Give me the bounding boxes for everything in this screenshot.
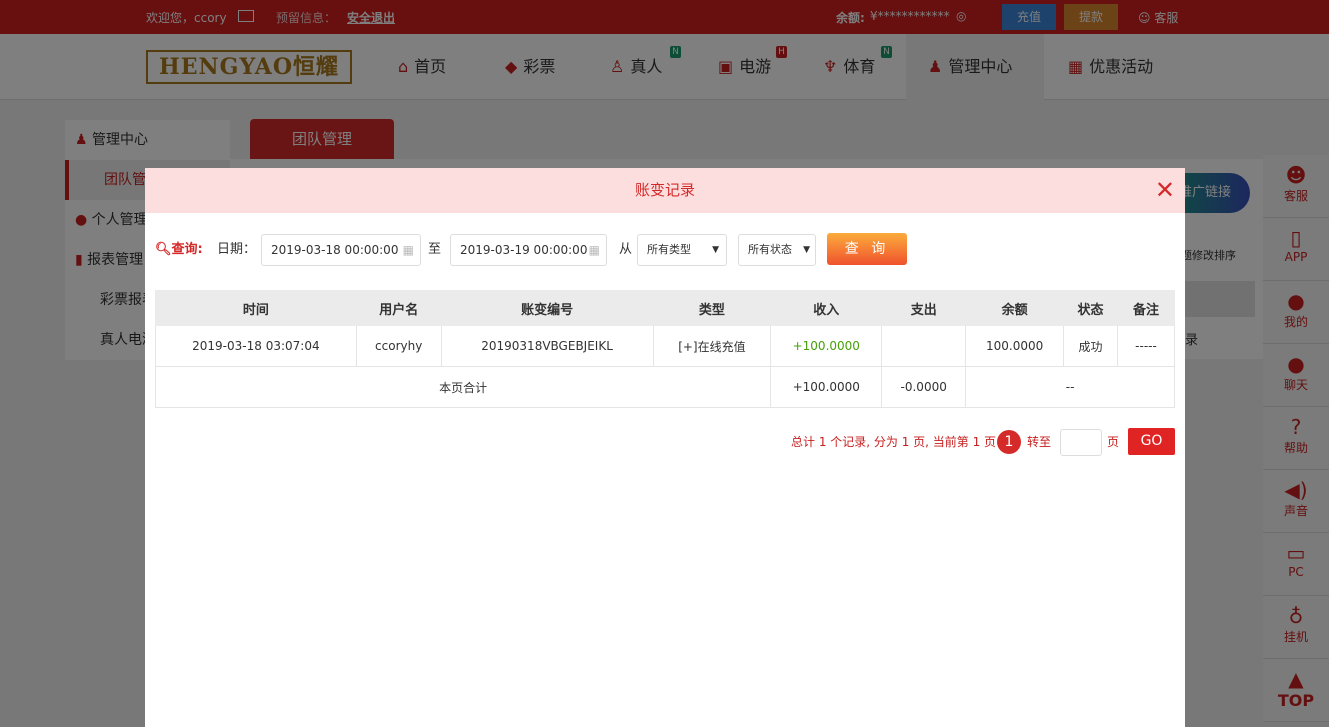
col-serial: 账变编号 [440,290,654,326]
account-change-modal: 账变记录 ✕ 🔍︎查询: 日期： 2019-03-18 00:00:00 ▦ 至 2… [145,168,1185,727]
cell-income: +100.0000 [770,325,883,367]
page-1-button[interactable]: 1 [997,430,1021,454]
total-label: 本页合计 [154,366,772,408]
cell-username: ccoryhy [355,325,442,367]
status-value: 所有状态 [748,243,792,256]
start-date-value: 2019-03-18 00:00:00 [271,243,399,257]
status-select[interactable]: 所有状态 ▼ [738,234,816,266]
type-select[interactable]: 所有类型 ▼ [637,234,727,266]
end-date-value: 2019-03-19 00:00:00 [460,243,588,257]
col-type: 类型 [652,290,772,326]
cell-type: [+]在线充值 [652,325,772,367]
col-status: 状态 [1063,290,1118,326]
col-income: 收入 [770,290,883,326]
total-row: 本页合计 +100.0000 -0.0000 -- [154,366,1175,408]
date-label: 日期： [217,242,257,257]
col-balance: 余额 [965,290,1065,326]
dropdown-arrow-icon: ▼ [803,245,810,255]
col-remark: 备注 [1117,290,1175,326]
end-date-input[interactable]: 2019-03-19 00:00:00 ▦ [450,234,607,266]
modal-title: 账变记录 [634,181,695,199]
goto-label: 转至 [1027,435,1052,449]
query-text: 查询: [171,242,203,257]
calendar-icon[interactable]: ▦ [403,235,414,265]
col-username: 用户名 [355,290,442,326]
from-label: 从 [619,242,633,257]
cell-time: 2019-03-18 03:07:04 [155,325,357,367]
type-value: 所有类型 [647,243,691,256]
cell-expense [881,325,967,367]
cell-balance: 100.0000 [965,325,1065,367]
dropdown-arrow-icon: ▼ [712,245,719,255]
col-time: 时间 [155,290,357,326]
table-row: 2019-03-18 03:07:04 ccoryhy 20190318VBGE… [155,325,1175,367]
page-input[interactable] [1060,429,1102,456]
go-button[interactable]: GO [1128,428,1175,455]
search-button[interactable]: 查 询 [827,233,907,265]
modal-header: 账变记录 ✕ [145,168,1185,213]
search-icon: 🔍︎ [155,242,172,257]
total-income: +100.0000 [770,366,883,408]
cell-serial: 20190318VBGEBJEIKL [440,325,654,367]
cell-remark: ----- [1117,325,1175,367]
total-rest: -- [965,366,1175,408]
col-expense: 支出 [881,290,967,326]
pager-summary: 总计 1 个记录, 分为 1 页, 当前第 1 页 [791,435,997,449]
cell-status: 成功 [1063,325,1118,367]
table-header-row: 时间 用户名 账变编号 类型 收入 支出 余额 状态 备注 [155,290,1175,326]
start-date-input[interactable]: 2019-03-18 00:00:00 ▦ [261,234,421,266]
close-icon[interactable]: ✕ [1155,168,1175,213]
calendar-icon[interactable]: ▦ [589,235,600,265]
to-label: 至 [428,242,442,257]
records-table: 时间 用户名 账变编号 类型 收入 支出 余额 状态 备注 2019-03-18… [154,290,1175,408]
total-expense: -0.0000 [881,366,967,408]
page-unit-label: 页 [1107,435,1120,449]
query-label: 🔍︎查询: [155,233,203,266]
